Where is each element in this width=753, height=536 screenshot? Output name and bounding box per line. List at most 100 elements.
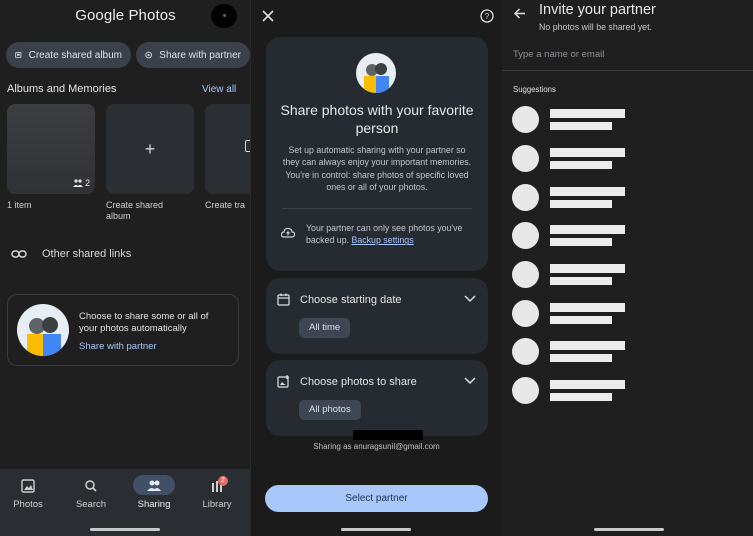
card-title: Share photos with your favorite person [280, 102, 474, 136]
other-shared-links-row[interactable]: Other shared links [11, 248, 131, 260]
suggestion-item[interactable] [512, 184, 742, 212]
starting-date-label: Choose starting date [300, 293, 402, 306]
shared-album-tile[interactable]: 2 [7, 104, 95, 194]
album-icon [15, 51, 22, 59]
close-icon[interactable] [262, 10, 274, 22]
suggestion-item[interactable] [512, 261, 742, 289]
tile-label-2: Create shared album [106, 200, 164, 221]
suggestion-item[interactable] [512, 338, 742, 366]
chevron-down-icon[interactable] [464, 295, 476, 303]
suggestion-item[interactable] [512, 106, 742, 134]
backup-note: Your partner can only see photos you've … [306, 222, 476, 247]
member-count-badge: 2 [72, 178, 90, 188]
share-with-partner-label: Share with partner [159, 49, 241, 61]
create-shared-album-chip[interactable]: Create shared album [6, 42, 131, 68]
share-with-partner-chip[interactable]: Share with partner [136, 42, 250, 68]
partner-sharing-setup-screen: ? Share photos with your favorite person… [251, 0, 502, 536]
photos-to-share-section[interactable]: Choose photos to share All photos [266, 360, 488, 436]
avatar [512, 106, 539, 133]
nav-photos[interactable]: Photos [0, 469, 59, 536]
select-partner-button[interactable]: Select partner [265, 485, 488, 512]
invite-partner-screen: Invite your partner No photos will be sh… [502, 0, 753, 536]
suggestion-item[interactable] [512, 222, 742, 250]
plus-icon: + [144, 139, 156, 159]
search-icon [85, 480, 97, 492]
suggestion-item[interactable] [512, 377, 742, 405]
name-or-email-input[interactable]: Type a name or email [513, 49, 604, 60]
redacted-email [550, 200, 612, 208]
gesture-handle [594, 528, 664, 531]
add-photo-icon [277, 375, 289, 388]
calendar-icon [277, 293, 290, 306]
redacted-email [550, 122, 612, 130]
share-with-partner-link[interactable]: Share with partner [79, 341, 157, 352]
partner-illustration [356, 53, 396, 93]
nav-sharing[interactable]: Sharing [123, 469, 185, 536]
google-photos-sharing-screen: Google Photos Create shared album Share … [0, 0, 251, 536]
avatar [512, 184, 539, 211]
view-all-link[interactable]: View all [202, 84, 236, 95]
partner-sharing-icon [145, 51, 152, 59]
redacted-email [550, 161, 612, 169]
create-shared-album-label: Create shared album [28, 49, 122, 61]
nav-search-label: Search [75, 499, 107, 510]
avatar [512, 377, 539, 404]
create-tile-partial[interactable] [205, 104, 251, 194]
create-shared-album-tile[interactable]: + [106, 104, 194, 194]
redacted-name [550, 303, 625, 312]
nav-library-label: Library [202, 499, 232, 510]
people-icon [147, 480, 161, 491]
starting-date-value[interactable]: All time [299, 318, 351, 338]
nav-library[interactable]: Library [186, 469, 248, 536]
redaction-bar [353, 430, 423, 440]
chevron-down-icon[interactable] [464, 377, 476, 385]
account-avatar[interactable] [211, 4, 237, 28]
gesture-handle [341, 528, 411, 531]
redacted-email [550, 277, 612, 285]
svg-text:?: ? [485, 12, 490, 21]
invite-subtitle: No photos will be shared yet. [539, 22, 652, 32]
avatar [512, 222, 539, 249]
help-icon[interactable]: ? [480, 9, 494, 23]
avatar [512, 145, 539, 172]
divider [282, 208, 472, 209]
redacted-name [550, 225, 625, 234]
screenshot-root: Google Photos Create shared album Share … [0, 0, 753, 536]
partner-illustration [17, 304, 69, 356]
photos-to-share-value[interactable]: All photos [299, 400, 361, 420]
tile-label-1: 1 item [7, 200, 32, 210]
input-underline [502, 70, 753, 71]
share-intro-card: Share photos with your favorite person S… [266, 37, 488, 271]
photos-to-share-header: Choose photos to share [277, 375, 417, 388]
suggestions-label: Suggestions [513, 85, 556, 94]
redacted-name [550, 380, 625, 389]
starting-date-section[interactable]: Choose starting date All time [266, 278, 488, 354]
redacted-name [550, 264, 625, 273]
invite-title: Invite your partner [539, 2, 656, 18]
avatar [512, 338, 539, 365]
starting-date-header: Choose starting date [277, 293, 402, 306]
people-icon [72, 179, 83, 187]
link-icon [11, 250, 27, 258]
other-shared-links-label: Other shared links [42, 248, 132, 260]
partner-sharing-promo-card[interactable]: Choose to share some or all of your phot… [7, 294, 239, 366]
suggestion-item[interactable] [512, 145, 742, 173]
tile-label-3: Create tra [205, 200, 246, 210]
nav-search[interactable]: Search [60, 469, 122, 536]
redacted-name [550, 187, 625, 196]
backup-settings-link[interactable]: Backup settings [352, 235, 414, 245]
card-description: Set up automatic sharing with your partn… [282, 145, 472, 192]
nav-sharing-label: Sharing [137, 499, 171, 510]
back-arrow-icon[interactable] [514, 8, 526, 19]
nav-photos-label: Photos [13, 499, 43, 510]
redacted-email [550, 354, 612, 362]
member-count: 2 [84, 178, 90, 188]
redacted-email [550, 238, 612, 246]
gesture-handle [90, 528, 160, 531]
redacted-name [550, 148, 625, 157]
suggestion-item[interactable] [512, 300, 742, 328]
avatar [512, 300, 539, 327]
cloud-backup-icon [281, 227, 295, 238]
photo-icon [21, 479, 35, 493]
redacted-name [550, 341, 625, 350]
